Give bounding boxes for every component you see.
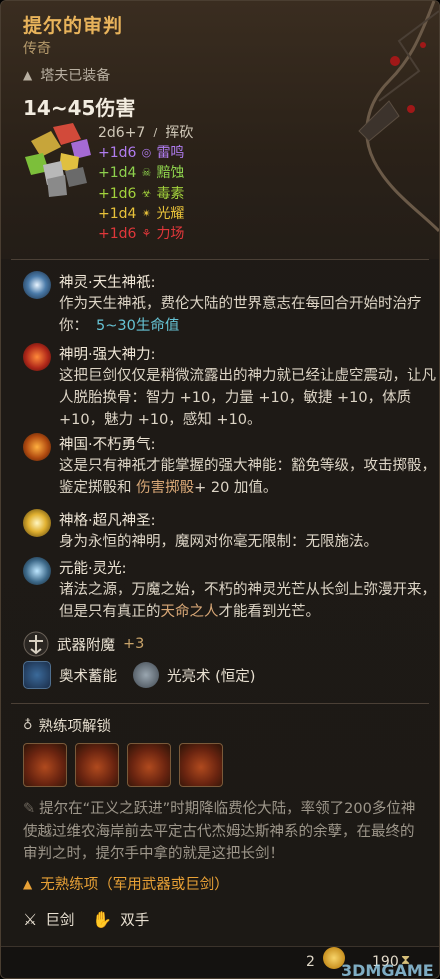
property-greatsword: ⚔ 巨剑 <box>23 909 74 930</box>
ability-text: 才能看到光芒。 <box>218 604 321 620</box>
proficiency-title: 熟练项解锁 <box>38 719 112 735</box>
force-icon: ⚘ <box>141 227 152 241</box>
two-handed-icon: ✋ <box>92 910 113 929</box>
light-spell-icon[interactable] <box>133 662 159 688</box>
property-label: 双手 <box>120 913 150 929</box>
damage-line: +1d4 ☠ 黯蚀 <box>98 163 193 183</box>
divine-aura-icon <box>23 557 51 585</box>
ability-title: 元能·灵光: <box>59 561 127 577</box>
ability-title: 神格·超凡神圣: <box>59 513 156 529</box>
proficiency-action-icon[interactable] <box>75 743 119 787</box>
ability-title: 神灵·天生神祇: <box>59 275 156 291</box>
proficiency-header: ♁ 熟练项解锁 <box>23 715 111 736</box>
damage-dice: +1d4 <box>98 205 137 222</box>
damage-range: 14~45伤害 <box>23 96 136 120</box>
proficiency-icons <box>23 743 223 787</box>
footer-bar: 2 190 ⧗ 3DMGAME <box>1 946 439 979</box>
ability-description: 这把巨剑仅仅是稍微流露出的神力就已经让虚空震动，让凡人脱胎换骨：智力 +10，力… <box>59 365 439 431</box>
proficiency-action-icon[interactable] <box>23 743 67 787</box>
arcane-recovery-icon[interactable] <box>23 661 51 689</box>
ability-description: 身为永恒的神明，魔网对你毫无限制：无限施法。 <box>59 531 439 553</box>
damage-type: 黯蚀 <box>156 165 185 182</box>
divider <box>11 259 429 260</box>
warning-icon: ▲ <box>23 876 33 891</box>
divine-power-icon <box>23 343 51 371</box>
equipped-status: ▲ 塔夫已装备 <box>23 65 110 85</box>
damage-line: +1d4 ✴ 光耀 <box>98 204 193 224</box>
damage-line: +1d6 ◎ 雷鸣 <box>98 143 193 163</box>
poison-icon: ☣ <box>141 186 152 200</box>
lightbulb-icon: ♁ <box>23 718 33 733</box>
damage-line: 2d6+7 ∕ 挥砍 <box>98 123 193 143</box>
item-header: 提尔的审判 传奇 ▲ 塔夫已装备 14~45伤害 2d6+7 ∕ 挥砍 +1d6 ◎ 雷鸣… <box>1 1 439 259</box>
damage-line: +1d6 ⚘ 力场 <box>98 224 193 244</box>
ability-text: 身为永恒的神明，魔网对你毫无限制：无限施法。 <box>59 534 378 550</box>
ability-title: 神明·强大神力: <box>59 347 156 363</box>
damage-line: +1d6 ☣ 毒素 <box>98 184 193 204</box>
ability-description: 诸法之源，万魔之始，不朽的神灵光芒从长剑上弥漫开来，但是只有真正的天命之人才能看… <box>59 579 439 623</box>
divine-courage-icon <box>23 433 51 461</box>
damage-type: 挥砍 <box>165 125 194 141</box>
damage-breakdown: 2d6+7 ∕ 挥砍 +1d6 ◎ 雷鸣 +1d4 ☠ 黯蚀 +1d6 ☣ 毒素 +1d4 ✴ 光耀 +1d6… <box>98 123 193 244</box>
ability-highlight: 天命之人 <box>160 604 219 620</box>
spell-label: 光亮术 (恒定) <box>167 668 256 685</box>
divine-sunburst-icon <box>23 271 51 299</box>
dice-icon <box>25 123 91 197</box>
ability-description: 作为天生神祇，费伦大陆的世界意志在每回合开始时治疗你： 5~30生命值 <box>59 293 439 337</box>
proficiency-action-icon[interactable] <box>127 743 171 787</box>
enchant-icon <box>23 631 49 657</box>
damage-dice: +1d4 <box>98 165 137 182</box>
lore-body: 提尔在“正义之跃进”时期降临费伦大陆，率领了200多位神使越过维农海岸前去平定古… <box>23 801 416 862</box>
damage-dice: +1d6 <box>98 226 137 243</box>
item-rarity: 传奇 <box>23 41 51 57</box>
damage-dice: +1d6 <box>98 145 137 162</box>
necrotic-icon: ☠ <box>141 166 152 180</box>
spell-row: 奥术蓄能 光亮术 (恒定) <box>23 661 255 689</box>
proficiency-action-icon[interactable] <box>179 743 223 787</box>
ability-text: + 20 加值。 <box>194 480 278 496</box>
divine-radiance-icon <box>23 509 51 537</box>
ability-highlight: 5~30生命值 <box>96 318 180 334</box>
spell-label: 奥术蓄能 <box>59 668 117 685</box>
lore-text: ✎ 提尔在“正义之跃进”时期降临费伦大陆，率领了200多位神使越过维农海岸前去平定… <box>23 798 423 866</box>
watermark: 3DMGAME <box>341 961 434 979</box>
greatsword-icon: ⚔ <box>23 910 38 929</box>
item-title: 提尔的审判 <box>23 15 124 37</box>
damage-type: 雷鸣 <box>156 145 185 162</box>
ability-highlight: 伤害掷骰 <box>136 480 195 496</box>
item-tooltip: 提尔的审判 传奇 ▲ 塔夫已装备 14~45伤害 2d6+7 ∕ 挥砍 +1d6 ◎ 雷鸣… <box>0 0 440 979</box>
no-proficiency-warning: ▲ 无熟练项（军用武器或巨剑） <box>23 873 229 894</box>
damage-type: 毒素 <box>156 185 185 202</box>
ability-title: 神国·不朽勇气: <box>59 437 156 453</box>
enchant-row: 武器附魔 +3 <box>23 631 144 657</box>
damage-type: 力场 <box>156 226 185 243</box>
radiant-icon: ✴ <box>141 206 152 220</box>
ability-text: 这把巨剑仅仅是稍微流露出的神力就已经让虚空震动，让凡人脱胎换骨：智力 +10，力… <box>59 368 436 428</box>
damage-dice: 2d6+7 <box>98 125 146 141</box>
damage-type: 光耀 <box>156 205 185 222</box>
ornament-decoration <box>358 1 439 233</box>
ability-description: 这是只有神祇才能掌握的强大神能：豁免等级，攻击掷骰，鉴定掷骰和 伤害掷骰+ 20… <box>59 455 439 499</box>
enchant-label: 武器附魔 <box>57 637 115 654</box>
divider <box>11 703 429 704</box>
property-label: 巨剑 <box>45 913 75 929</box>
property-two-handed: ✋ 双手 <box>92 909 149 930</box>
damage-dice: +1d6 <box>98 185 137 202</box>
weapon-properties: ⚔ 巨剑 ✋ 双手 <box>23 909 149 930</box>
slash-icon: ∕ <box>153 126 158 139</box>
weight-value: 2 <box>306 954 315 970</box>
warning-icon: ▲ <box>23 68 33 82</box>
no-proficiency-label: 无熟练项（军用武器或巨剑） <box>40 877 229 893</box>
equipped-label: 塔夫已装备 <box>40 68 111 84</box>
thunder-icon: ◎ <box>141 146 152 160</box>
quill-icon: ✎ <box>23 801 36 817</box>
enchant-bonus: +3 <box>123 636 145 652</box>
